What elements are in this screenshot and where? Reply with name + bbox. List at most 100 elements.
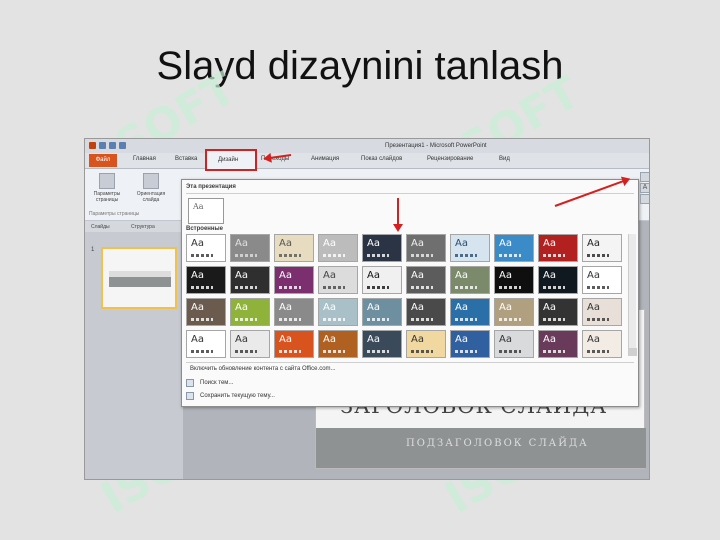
theme-thumbnail[interactable]: Aa <box>450 298 490 326</box>
tab-outline[interactable]: Структура <box>131 224 155 230</box>
theme-thumbnail[interactable]: Aa <box>274 298 314 326</box>
theme-thumbnail[interactable]: Aa <box>186 234 226 262</box>
theme-thumbnail[interactable]: Aa <box>538 330 578 358</box>
theme-color-swatches <box>191 318 213 321</box>
tab-animation[interactable]: Анимация <box>311 156 339 162</box>
theme-sample-text: Aa <box>411 302 424 313</box>
slide-subheading[interactable]: ПОДЗАГОЛОВОК СЛАЙДА <box>316 428 646 468</box>
theme-thumbnail[interactable]: Aa <box>582 298 622 326</box>
theme-sample-text: Aa <box>235 302 248 313</box>
theme-thumbnail[interactable]: Aa <box>406 266 446 294</box>
theme-thumbnail[interactable]: Aa <box>406 330 446 358</box>
theme-thumbnail[interactable]: Aa <box>406 298 446 326</box>
theme-thumbnail[interactable]: Aa <box>450 330 490 358</box>
theme-sample-text: Aa <box>367 270 380 281</box>
slide-orientation-button[interactable]: Ориентация слайда <box>131 173 171 203</box>
effects-icon[interactable] <box>640 194 649 204</box>
ribbon-tabs: Файл Главная Вставка Переходы Анимация П… <box>85 153 649 169</box>
page-setup-button[interactable]: Параметры страницы <box>87 173 127 203</box>
theme-sample-text: Aa <box>455 238 468 249</box>
color-scheme-icon[interactable] <box>640 172 649 182</box>
tab-review[interactable]: Рецензирование <box>427 156 473 162</box>
theme-sample-text: Aa <box>279 238 292 249</box>
theme-thumbnail[interactable]: Aa <box>318 266 358 294</box>
theme-thumbnail[interactable]: Aa <box>274 234 314 262</box>
theme-color-swatches <box>367 286 389 289</box>
theme-thumbnail[interactable]: Aa <box>538 234 578 262</box>
theme-thumbnail[interactable]: Aa <box>362 234 402 262</box>
theme-thumbnail[interactable]: Aa <box>318 298 358 326</box>
slides-panel-tabs: Слайды Структура <box>85 221 183 232</box>
theme-thumbnail[interactable]: Aa <box>582 234 622 262</box>
tab-design-label: Дизайн <box>218 157 239 163</box>
theme-thumbnail[interactable]: Aa <box>494 298 534 326</box>
slide-thumbnail[interactable] <box>101 247 177 309</box>
tab-slideshow[interactable]: Показ слайдов <box>361 156 402 162</box>
theme-thumbnail[interactable]: Aa <box>230 266 270 294</box>
gallery-scrollbar[interactable] <box>628 234 637 356</box>
theme-thumbnail[interactable]: Aa <box>230 234 270 262</box>
undo-icon[interactable] <box>109 142 116 149</box>
theme-thumbnail[interactable]: Aa <box>494 234 534 262</box>
theme-thumbnail[interactable]: Aa <box>186 266 226 294</box>
redo-icon[interactable] <box>119 142 126 149</box>
theme-color-swatches <box>587 350 609 353</box>
save-current-theme[interactable]: Сохранить текущую тему... <box>200 393 275 399</box>
theme-sample-text: Aa <box>235 334 248 345</box>
theme-thumbnail[interactable]: Aa <box>230 298 270 326</box>
tab-file[interactable]: Файл <box>89 154 117 167</box>
theme-sample-text: Aa <box>455 302 468 313</box>
theme-sample-text: Aa <box>367 238 380 249</box>
theme-thumbnail[interactable]: Aa <box>318 330 358 358</box>
theme-thumbnail[interactable]: Aa <box>274 266 314 294</box>
current-theme[interactable]: Aa <box>188 198 224 224</box>
theme-thumbnail[interactable]: Aa <box>538 266 578 294</box>
theme-thumbnail[interactable]: Aa <box>406 234 446 262</box>
powerpoint-window: Презентация1 - Microsoft PowerPoint Файл… <box>84 138 650 480</box>
theme-thumbnail[interactable]: Aa <box>582 266 622 294</box>
slide-number: 1 <box>91 247 95 253</box>
theme-color-swatches <box>191 350 213 353</box>
theme-color-swatches <box>543 350 565 353</box>
browse-themes[interactable]: Поиск тем... <box>200 380 233 386</box>
tab-insert[interactable]: Вставка <box>175 156 197 162</box>
theme-thumbnail[interactable]: Aa <box>538 298 578 326</box>
theme-thumbnail[interactable]: Aa <box>186 298 226 326</box>
theme-color-swatches <box>499 254 521 257</box>
theme-sample-text: Aa <box>499 270 512 281</box>
theme-sample-text: Aa <box>279 302 292 313</box>
tab-design[interactable]: Дизайн <box>205 149 257 171</box>
theme-thumbnail[interactable]: Aa <box>494 330 534 358</box>
theme-thumbnail[interactable]: Aa <box>362 266 402 294</box>
theme-color-swatches <box>543 286 565 289</box>
tab-home[interactable]: Главная <box>133 156 156 162</box>
theme-sample-text: Aa <box>235 238 248 249</box>
theme-sample-text: Aa <box>191 238 204 249</box>
theme-thumbnail[interactable]: Aa <box>494 266 534 294</box>
page-setup-icon <box>99 173 115 189</box>
theme-thumbnail[interactable]: Aa <box>186 330 226 358</box>
theme-color-swatches <box>587 254 609 257</box>
tab-view[interactable]: Вид <box>499 156 510 162</box>
tab-slides[interactable]: Слайды <box>91 224 110 230</box>
theme-thumbnail[interactable]: Aa <box>582 330 622 358</box>
theme-sample-text: Aa <box>499 334 512 345</box>
theme-thumbnail[interactable]: Aa <box>318 234 358 262</box>
theme-thumbnail[interactable]: Aa <box>274 330 314 358</box>
theme-color-swatches <box>323 254 345 257</box>
slides-panel: Слайды Структура 1 <box>85 221 183 479</box>
save-icon[interactable] <box>99 142 106 149</box>
font-icon[interactable]: A <box>640 183 649 193</box>
app-icon <box>89 142 96 149</box>
theme-color-swatches <box>455 318 477 321</box>
theme-thumbnail[interactable]: Aa <box>450 234 490 262</box>
theme-thumbnail[interactable]: Aa <box>362 298 402 326</box>
theme-thumbnail[interactable]: Aa <box>450 266 490 294</box>
chevron-down-icon[interactable] <box>629 348 637 356</box>
theme-sample-text: Aa <box>279 270 292 281</box>
enable-office-updates[interactable]: Включить обновление контента с сайта Off… <box>190 366 336 372</box>
theme-thumbnail[interactable]: Aa <box>230 330 270 358</box>
theme-thumbnail[interactable]: Aa <box>362 330 402 358</box>
ribbon-group-label: Параметры страницы <box>89 211 140 217</box>
save-icon <box>186 392 194 400</box>
